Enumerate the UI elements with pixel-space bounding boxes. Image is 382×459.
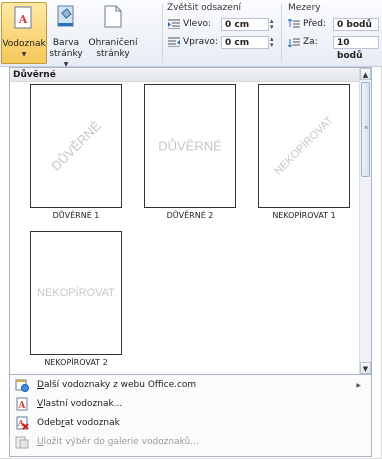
watermark-page-preview: DŮVĚRNÉ xyxy=(144,84,236,208)
indent-right-input[interactable]: 0 cm xyxy=(221,36,269,49)
watermark-thumbnail[interactable]: DŮVĚRNÉ DŮVĚRNÉ 1 xyxy=(30,84,122,220)
page-borders-icon xyxy=(104,5,122,28)
save-to-gallery-icon xyxy=(15,435,29,449)
watermark-caption: NEKOPÍROVAT 2 xyxy=(44,358,108,367)
watermark-preview-text: NEKOPÍROVAT xyxy=(272,114,336,178)
menu-item-label: Uložit výběr do galerie vodoznaků... xyxy=(37,437,199,447)
spacing-before-input[interactable]: 0 bodů xyxy=(333,18,379,31)
watermark-thumbnail[interactable]: NEKOPÍROVAT NEKOPÍROVAT 1 xyxy=(258,84,350,220)
indent-left-spinner[interactable]: ▴ ▾ xyxy=(270,18,274,31)
gallery-section-title: Důvěrné xyxy=(10,68,361,82)
watermark-preview-text: DŮVĚRNÉ xyxy=(48,118,104,174)
watermark-page-preview: NEKOPÍROVAT xyxy=(30,231,122,355)
watermark-caption: DŮVĚRNÉ 2 xyxy=(166,211,214,220)
ribbon-separator xyxy=(162,4,163,62)
indent-group-title: Zvětšit odsazení xyxy=(167,3,242,13)
menu-item-custom-watermark[interactable]: A Vlastní vodoznak... xyxy=(10,395,371,413)
spacing-after-row: Za: xyxy=(288,35,318,49)
spacing-before-row: Před: xyxy=(288,17,326,31)
page-color-label-1: Barva xyxy=(52,38,80,48)
page-borders-label-2: stránky xyxy=(96,49,130,59)
spacing-before-label: Před: xyxy=(303,19,327,29)
watermark-icon: A xyxy=(14,6,32,29)
menu-item-label: Odebrat vodoznak xyxy=(37,418,120,428)
indent-right-icon xyxy=(168,37,180,47)
scroll-down-arrow[interactable]: ▼ xyxy=(360,362,371,374)
watermark-thumbnail[interactable]: NEKOPÍROVAT NEKOPÍROVAT 2 xyxy=(30,231,122,367)
scroll-up-arrow[interactable]: ▲ xyxy=(360,68,371,80)
watermark-gallery: Důvěrné DŮVĚRNÉ DŮVĚRNÉ 1 DŮVĚRNÉ DŮVĚRN… xyxy=(9,67,372,375)
watermark-preview-text: DŮVĚRNÉ xyxy=(158,138,222,154)
indent-left-row: Vlevo: xyxy=(168,17,211,31)
menu-item-more-watermarks[interactable]: Další vodoznaky z webu Office.com ▶ xyxy=(10,376,371,394)
spacing-after-label: Za: xyxy=(303,37,318,47)
watermark-button[interactable]: A Vodoznak ▼ xyxy=(1,2,47,64)
chevron-down-icon: ▼ xyxy=(21,51,27,58)
watermark-page-preview: DŮVĚRNÉ xyxy=(30,84,122,208)
svg-text:A: A xyxy=(17,418,25,428)
custom-watermark-icon: A xyxy=(15,397,29,411)
watermark-preview-text: NEKOPÍROVAT xyxy=(37,287,115,299)
gallery-scrollbar[interactable]: ▲ ≡ ▼ xyxy=(359,68,371,374)
indent-right-label: Vpravo: xyxy=(183,37,218,47)
indent-right-spinner[interactable]: ▴ ▾ xyxy=(270,36,274,49)
spacing-before-icon xyxy=(288,19,300,28)
svg-text:A: A xyxy=(18,13,28,26)
watermark-page-preview: NEKOPÍROVAT xyxy=(258,84,350,208)
indent-left-input[interactable]: 0 cm xyxy=(221,18,269,31)
ribbon-separator xyxy=(281,4,282,62)
spacing-after-icon xyxy=(288,38,300,47)
page-borders-label-1: Ohraničení xyxy=(88,38,138,48)
svg-text:A: A xyxy=(18,401,27,411)
indent-left-icon xyxy=(168,19,180,29)
menu-item-remove-watermark[interactable]: A Odebrat vodoznak xyxy=(10,414,371,432)
watermark-menu: Další vodoznaky z webu Office.com ▶ A Vl… xyxy=(9,375,372,457)
indent-left-label: Vlevo: xyxy=(183,19,212,29)
watermark-caption: DŮVĚRNÉ 1 xyxy=(52,211,100,220)
submenu-arrow-icon: ▶ xyxy=(356,381,361,389)
menu-item-label: Další vodoznaky z webu Office.com xyxy=(37,380,197,390)
watermark-caption: NEKOPÍROVAT 1 xyxy=(272,211,336,220)
menu-item-save-to-gallery: Uložit výběr do galerie vodoznaků... xyxy=(10,433,371,451)
spacing-after-input[interactable]: 10 bodů xyxy=(333,36,379,61)
watermark-button-label: Vodoznak xyxy=(2,39,46,49)
remove-watermark-icon: A xyxy=(15,416,29,430)
page-borders-button[interactable]: Ohraničení stránky xyxy=(88,2,138,62)
watermark-thumbnail[interactable]: DŮVĚRNÉ DŮVĚRNÉ 2 xyxy=(144,84,236,220)
spacing-group-title: Mezery xyxy=(288,3,321,13)
paint-bucket-icon xyxy=(57,5,74,27)
menu-item-label: Vlastní vodoznak... xyxy=(37,399,123,409)
page-color-button[interactable]: Barva stránky ▼ xyxy=(46,2,86,68)
scroll-grip-icon: ≡ xyxy=(364,125,369,131)
indent-right-row: Vpravo: xyxy=(168,35,218,49)
ribbon: A Vodoznak ▼ Barva stránky ▼ Ohraničení … xyxy=(0,0,382,68)
office-web-icon xyxy=(15,378,29,392)
scroll-thumb[interactable]: ≡ xyxy=(361,82,370,177)
